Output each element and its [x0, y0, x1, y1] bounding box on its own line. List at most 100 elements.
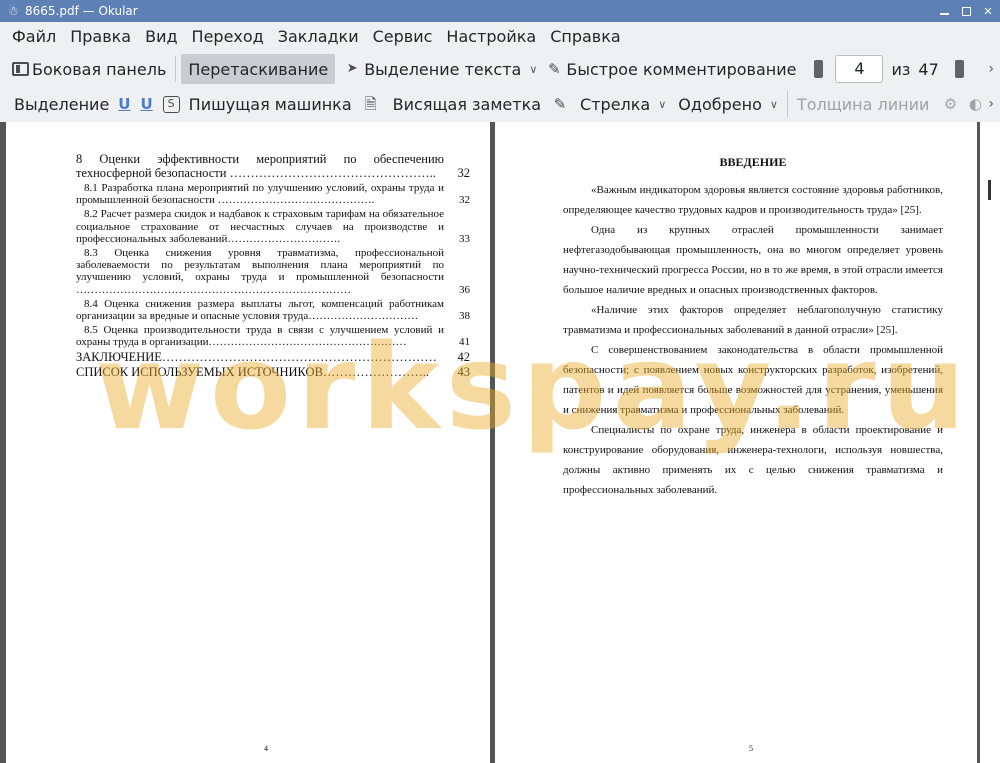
quick-annotations-button[interactable]: ✎ Быстрое комментирование — [541, 54, 800, 84]
brush-icon[interactable]: ✎ — [551, 95, 569, 113]
main-toolbar: Боковая панель Перетаскивание ➤ Выделени… — [0, 52, 1000, 86]
text-select-tool-label: Выделение текста — [364, 59, 522, 79]
menu-tools[interactable]: Сервис — [367, 27, 439, 46]
browse-tool-button[interactable]: Перетаскивание — [181, 54, 336, 84]
toc-entry-text: 8.5 Оценка производительности труда в св… — [76, 324, 444, 349]
toolbar-overflow-chevron-icon[interactable]: › — [988, 61, 994, 77]
note-icon[interactable]: 🗎 — [362, 95, 380, 113]
strikeout-icon[interactable]: S — [162, 95, 180, 113]
chevron-down-icon[interactable]: ∨ — [658, 98, 666, 111]
toolbar-separator — [786, 91, 788, 117]
typewriter-tool-label: Пишущая машинка — [188, 94, 352, 114]
underline-icon[interactable]: U — [118, 95, 130, 113]
menu-go[interactable]: Переход — [186, 27, 270, 46]
toc-entry: 8.3 Оценка снижения уровня травматизма, … — [76, 247, 470, 296]
maximize-icon — [961, 6, 971, 16]
toc-entry-page: 42 — [457, 349, 471, 364]
highlighter-tool-button[interactable]: Выделение — [10, 89, 113, 119]
maximize-button[interactable] — [956, 2, 976, 20]
stamp-tool-label: Одобрено — [678, 94, 762, 114]
toc-entry: 8.5 Оценка производительности труда в св… — [76, 324, 470, 348]
paragraph: «Важным индикатором здоровья является со… — [563, 184, 943, 216]
minimize-button[interactable] — [934, 2, 954, 20]
line-width-button[interactable]: Толщина линии — [793, 89, 934, 119]
toc-entry: 8.1 Разработка плана мероприятий по улуч… — [76, 182, 470, 206]
popup-note-tool-label: Висящая заметка — [392, 94, 542, 114]
menu-bookmarks[interactable]: Закладки — [272, 27, 365, 46]
toc-entry-page: 41 — [459, 336, 470, 349]
close-button[interactable]: ✕ — [978, 2, 998, 20]
squiggle-underline-icon[interactable]: U — [140, 95, 152, 113]
toc-entry: ЗАКЛЮЧЕНИЕ………………………………………………………… 42 — [76, 350, 470, 364]
paragraph: Одна из крупных отраслей промышленности … — [563, 224, 943, 296]
scrollbar-thumb[interactable] — [988, 180, 991, 200]
opacity-icon[interactable]: ◐ — [966, 95, 984, 113]
paragraph: «Наличие этих факторов определяет неблаг… — [563, 304, 943, 336]
toc-entry-text: 8 Оценки эффективности мероприятий по об… — [76, 152, 444, 180]
page-number-input[interactable]: 4 — [835, 55, 884, 83]
toc-entry-text: 8.4 Оценка снижения размера выплаты льго… — [76, 297, 444, 323]
sidebar-toggle-label: Боковая панель — [32, 59, 167, 79]
chevron-down-icon[interactable]: ∨ — [770, 98, 778, 111]
paragraph: С совершенствованием законодательства в … — [563, 344, 943, 416]
toc-entry: 8 Оценки эффективности мероприятий по об… — [76, 152, 470, 180]
window-title: 8665.pdf — Okular — [25, 4, 138, 18]
page-total-label: 47 — [918, 59, 939, 79]
title-bar: ☃ 8665.pdf — Okular ✕ — [0, 0, 1000, 22]
toc-entry-page: 33 — [459, 232, 470, 245]
minimize-icon — [939, 13, 949, 15]
menu-help[interactable]: Справка — [544, 27, 627, 46]
toc-entry-text: ЗАКЛЮЧЕНИЕ………………………………………………………… — [76, 349, 437, 364]
page-of-label: из — [891, 59, 911, 79]
section-heading: ВВЕДЕНИЕ — [719, 155, 787, 169]
sidebar-toggle-button[interactable]: Боковая панель — [8, 54, 170, 84]
toolbar-overflow-chevron-icon[interactable]: › — [988, 96, 994, 112]
cursor-arrow-icon: ➤ — [346, 61, 358, 76]
menu-view[interactable]: Вид — [139, 27, 183, 46]
paragraph: Специалисты по охране труда, инженера в … — [563, 424, 943, 496]
pdf-page-right: ВВЕДЕНИЕ «Важным индикатором здоровья яв… — [495, 122, 977, 763]
color-icon[interactable]: ⚙ — [941, 95, 959, 113]
menu-edit[interactable]: Правка — [64, 27, 137, 46]
pdf-page-left: 8 Оценки эффективности мероприятий по об… — [6, 122, 490, 763]
previous-page-icon[interactable] — [814, 60, 824, 78]
popup-note-tool-button[interactable]: Висящая заметка — [389, 89, 545, 119]
toc-entry-page: 32 — [457, 166, 471, 180]
sidebar-icon — [12, 62, 29, 76]
page-number-left: 4 — [264, 744, 268, 753]
toc-entry-page: 43 — [457, 364, 471, 379]
next-page-icon[interactable] — [954, 60, 964, 78]
stamp-tool-button[interactable]: Одобрено ∨ — [674, 89, 782, 119]
browse-tool-label: Перетаскивание — [188, 59, 329, 79]
arrow-tool-button[interactable]: Стрелка ∨ — [576, 89, 670, 119]
okular-app-icon: ☃ — [7, 4, 19, 18]
arrow-tool-label: Стрелка — [580, 94, 651, 114]
text-select-tool-button[interactable]: ➤ Выделение текста ∨ — [339, 54, 541, 84]
close-icon: ✕ — [983, 4, 993, 18]
toc-entry-page: 32 — [459, 194, 470, 207]
chevron-down-icon[interactable]: ∨ — [529, 63, 537, 76]
highlighter-tool-label: Выделение — [14, 94, 110, 114]
annotation-toolbar: Выделение U U S Пишущая машинка 🗎 Висяща… — [0, 87, 1000, 121]
toc-entry: СПИСОК ИСПОЛЬЗУЕМЫХ ИСТОЧНИКОВ……………………..… — [76, 365, 470, 379]
toc-entry-page: 38 — [459, 310, 470, 323]
toc-entry-text: СПИСОК ИСПОЛЬЗУЕМЫХ ИСТОЧНИКОВ…………………….. — [76, 364, 430, 379]
toc-entry-text: 8.3 Оценка снижения уровня травматизма, … — [76, 247, 444, 296]
toc-entry: 8.2 Расчет размера скидок и надбавок к с… — [76, 208, 470, 245]
quick-annotations-label: Быстрое комментирование — [566, 59, 797, 79]
table-of-contents: 8 Оценки эффективности мероприятий по об… — [76, 152, 470, 379]
menu-settings[interactable]: Настройка — [440, 27, 542, 46]
toc-entry-page: 36 — [459, 283, 470, 296]
toc-entry-text: 8.2 Расчет размера скидок и надбавок к с… — [76, 208, 444, 245]
typewriter-tool-button[interactable]: Пишущая машинка — [185, 89, 356, 119]
vertical-scrollbar[interactable] — [980, 122, 1000, 763]
line-width-label: Толщина линии — [796, 94, 930, 114]
introduction-section: ВВЕДЕНИЕ «Важным индикатором здоровья яв… — [563, 152, 943, 500]
menu-file[interactable]: Файл — [6, 27, 62, 46]
page-number-right: 5 — [749, 744, 753, 753]
toc-entry-text: 8.1 Разработка плана мероприятий по улуч… — [76, 182, 444, 207]
document-view[interactable]: 8 Оценки эффективности мероприятий по об… — [0, 122, 1000, 763]
menu-bar: Файл Правка Вид Переход Закладки Сервис … — [0, 22, 1000, 50]
pen-icon: ✎ — [548, 60, 561, 78]
toolbar-separator — [175, 56, 177, 82]
